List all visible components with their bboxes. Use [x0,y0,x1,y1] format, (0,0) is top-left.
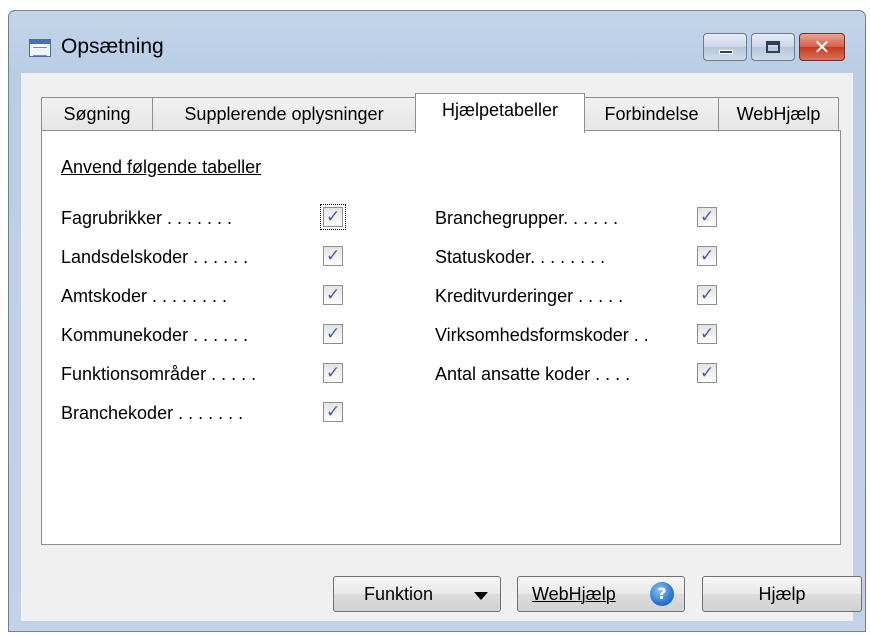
caption-buttons: ✕ [703,33,845,61]
maximize-button[interactable] [751,33,795,61]
tab-supplerende-oplysninger[interactable]: Supplerende oplysninger [152,97,416,131]
option-row-fagrubrikker: Fagrubrikker . . . . . . . [61,204,361,231]
option-row-antal-ansatte-koder: Antal ansatte koder . . . . [435,360,735,387]
option-label: Antal ansatte koder . . . . [435,364,631,384]
checkbox-fagrubrikker[interactable] [320,204,346,230]
funktion-button-label: Funktion [364,584,434,604]
option-label: Landsdelskoder . . . . . . [61,247,249,267]
option-row-branchegrupper: Branchegrupper. . . . . . [435,204,735,231]
tab-panel-hjaelpetabeller: Anvend følgende tabeller Fagrubrikker . … [41,130,841,545]
option-label: Branchegrupper. . . . . . [435,208,619,228]
checkbox-kreditvurderinger[interactable] [697,282,717,308]
tab-webhjaelp[interactable]: WebHjælp [718,97,839,131]
option-row-amtskoder: Amtskoder . . . . . . . . [61,282,361,309]
checkbox-landsdelskoder[interactable] [323,243,343,269]
webhjaelp-button-label: WebHjælp [532,584,616,604]
checkbox-amtskoder[interactable] [323,282,343,308]
checkbox-virksomhedsformskoder[interactable] [697,321,717,347]
checkbox-kommunekoder[interactable] [323,321,343,347]
window-title: Opsætning [61,35,164,58]
option-row-kommunekoder: Kommunekoder . . . . . . [61,321,361,348]
tab-soegning[interactable]: Søgning [41,97,153,131]
tab-forbindelse[interactable]: Forbindelse [584,97,719,131]
option-label: Kreditvurderinger . . . . . [435,286,624,306]
hjaelp-button[interactable]: Hjælp [702,576,862,612]
setup-window: Opsætning ✕ Søgning Supplerende oplysnin… [8,10,866,632]
minimize-button[interactable] [703,33,747,61]
hjaelp-button-label: Hjælp [758,584,806,604]
option-row-virksomhedsformskoder: Virksomhedsformskoder . . [435,321,735,348]
checkbox-statuskoder[interactable] [697,243,717,269]
dropdown-arrow-icon [474,592,488,600]
option-label: Statuskoder. . . . . . . . [435,247,606,267]
option-label: Fagrubrikker . . . . . . . [61,208,233,228]
option-label: Branchekoder . . . . . . . [61,403,244,423]
checkbox-funktionsomraader[interactable] [323,360,343,386]
option-label: Virksomhedsformskoder . . [435,325,649,345]
dialog-client: Søgning Supplerende oplysninger Hjælpeta… [21,73,862,621]
close-button[interactable]: ✕ [799,33,845,61]
option-row-branchekoder: Branchekoder . . . . . . . [61,399,361,426]
checkbox-branchekoder[interactable] [323,399,343,425]
checkbox-branchegrupper[interactable] [697,204,717,230]
minimize-icon [719,50,733,54]
option-row-kreditvurderinger: Kreditvurderinger . . . . . [435,282,735,309]
option-label: Funktionsområder . . . . . [61,364,257,384]
checkbox-antal-ansatte-koder[interactable] [697,360,717,386]
table-icon [29,39,51,57]
option-row-funktionsomraader: Funktionsområder . . . . . [61,360,361,387]
funktion-button[interactable]: Funktion [333,576,501,612]
webhjaelp-button[interactable]: WebHjælp ? [517,576,685,612]
question-icon: ? [650,582,674,606]
close-icon: ✕ [813,35,831,59]
maximize-icon [766,41,780,53]
tab-hjaelpetabeller[interactable]: Hjælpetabeller [415,93,585,133]
group-label: Anvend følgende tabeller [61,157,262,177]
option-row-landsdelskoder: Landsdelskoder . . . . . . [61,243,361,270]
title-bar[interactable]: Opsætning ✕ [9,11,865,73]
option-label: Kommunekoder . . . . . . [61,325,249,345]
option-label: Amtskoder . . . . . . . . [61,286,228,306]
option-row-statuskoder: Statuskoder. . . . . . . . [435,243,735,270]
